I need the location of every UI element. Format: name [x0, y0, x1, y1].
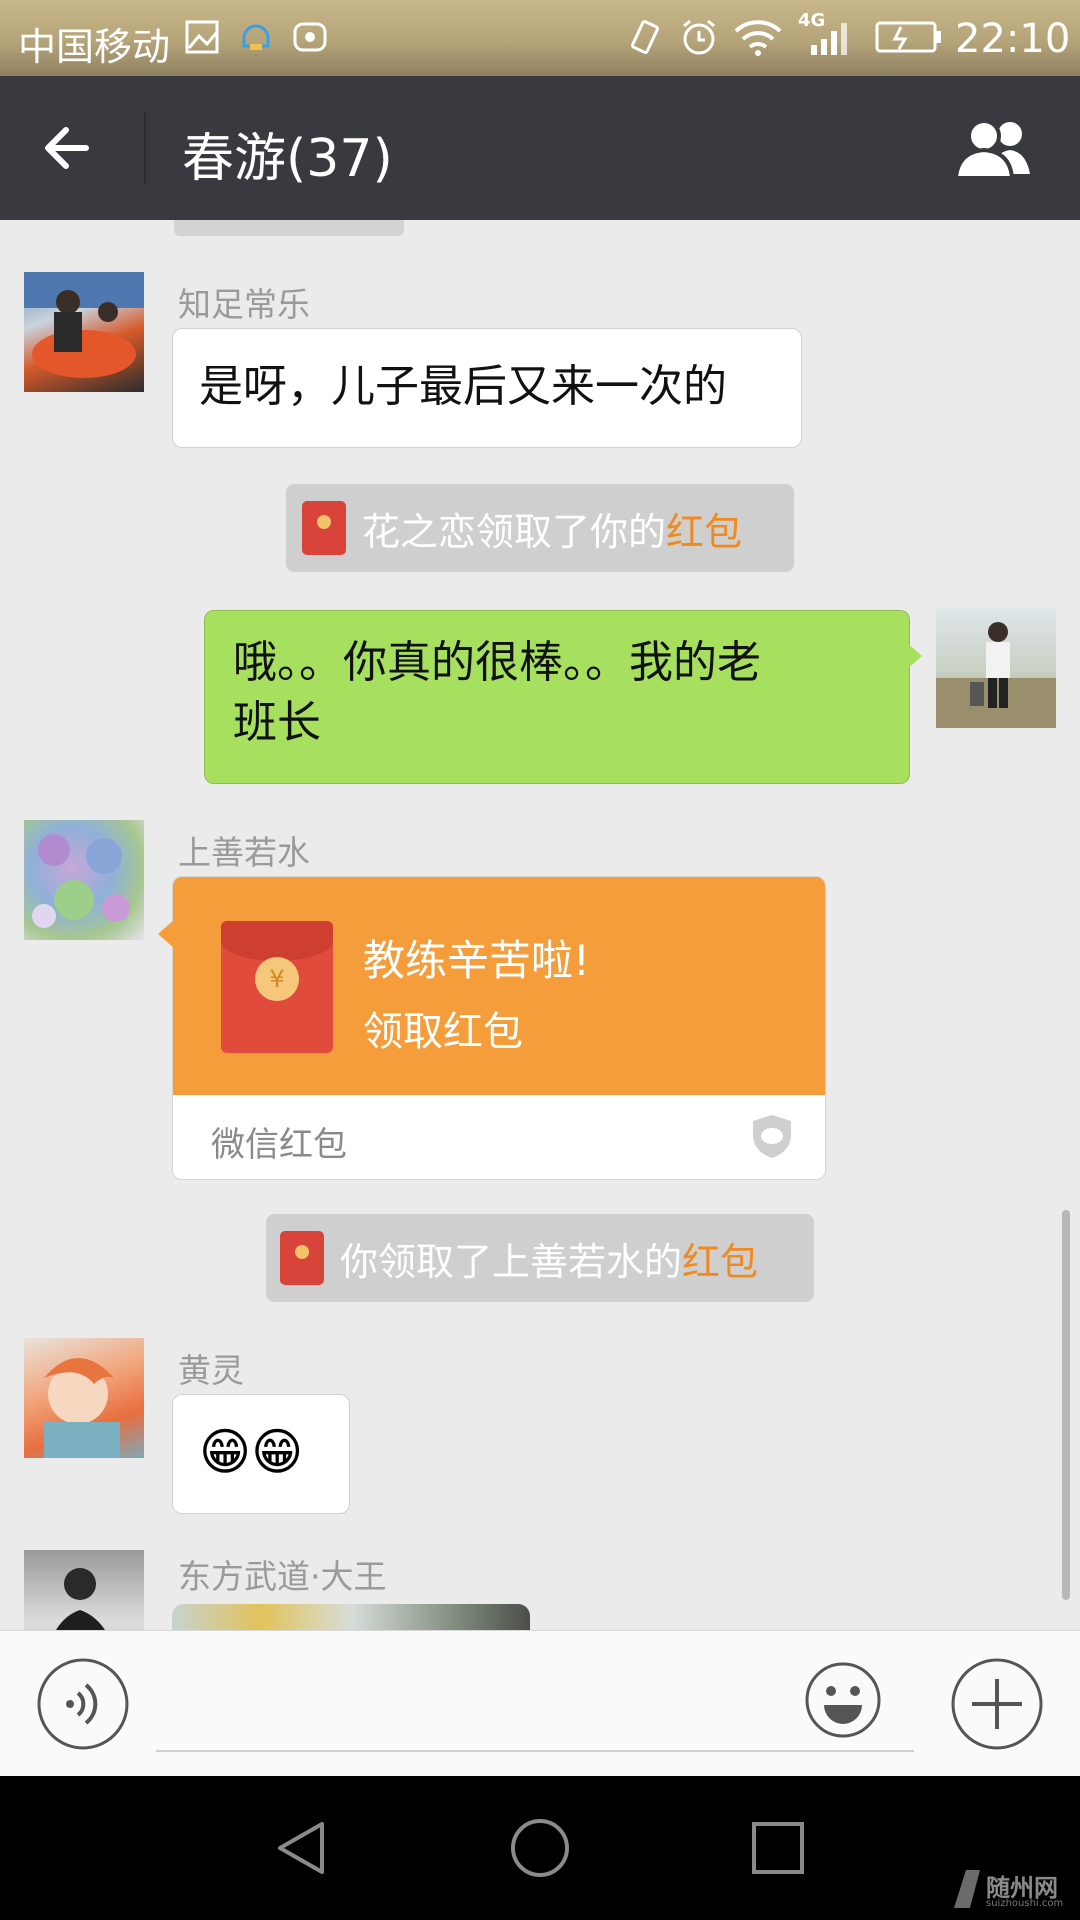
chat-title-bar: 春游(37) [0, 76, 1080, 220]
emoji-icon[interactable] [804, 1661, 882, 1739]
input-bar [0, 1630, 1080, 1777]
sender-name: 知足常乐 [178, 285, 310, 324]
red-packet-small-icon [302, 501, 346, 555]
avatar[interactable] [24, 272, 144, 392]
system-notice: 花之恋领取了你的 红包 [286, 484, 794, 572]
plus-icon[interactable] [950, 1657, 1044, 1751]
sender-name: 东方武道·大王 [178, 1557, 387, 1596]
carrier-label: 中国移动 [18, 25, 171, 69]
bubble-tail [158, 920, 174, 948]
clock-time: 22:10 [955, 16, 1071, 62]
system-notice: 你领取了上善若水的 红包 [266, 1214, 814, 1302]
message-bubble[interactable]: 是呀，儿子最后又来一次的 [172, 328, 802, 448]
red-packet-greeting: 教练辛苦啦! [363, 936, 590, 985]
avatar[interactable] [24, 820, 144, 940]
yuan-coin-icon: ¥ [255, 957, 299, 1001]
triangle-back-icon[interactable] [270, 1816, 334, 1880]
sent-message-bubble[interactable]: 哦。。你真的很棒。。我的老 班长 [204, 610, 910, 784]
previous-message-fragment [174, 220, 404, 236]
back-arrow-icon[interactable] [40, 120, 100, 176]
watermark-logo: 随州网 suizhoushi.com [950, 1866, 1076, 1916]
red-packet-footer: 微信红包 [211, 1125, 347, 1165]
red-envelope-icon: ¥ [221, 921, 333, 1053]
wifi-icon [730, 16, 786, 58]
message-input-field[interactable] [156, 1750, 914, 1752]
wechat-shield-icon [747, 1111, 797, 1161]
my-avatar[interactable] [936, 608, 1056, 728]
system-navigation-bar: 随州网 suizhoushi.com [0, 1776, 1080, 1920]
bubble-tail [906, 642, 922, 670]
message-bubble[interactable]: 😁😁 [172, 1394, 350, 1514]
chat-scrollbar[interactable] [1062, 1210, 1070, 1600]
chat-title: 春游(37) [182, 129, 393, 189]
image-message[interactable] [172, 1604, 530, 1630]
red-packet-small-icon [280, 1231, 324, 1285]
circle-home-icon[interactable] [508, 1816, 572, 1880]
battery-charging-icon [874, 16, 944, 58]
huawei-icon [290, 16, 330, 58]
message-text-line-1: 哦。。你真的很棒。。我的老 [233, 637, 761, 688]
notice-text: 花之恋领取了你的 [362, 509, 667, 554]
alarm-icon [676, 16, 722, 58]
vibrate-icon [622, 16, 668, 58]
chat-message-list[interactable]: 知足常乐 是呀，儿子最后又来一次的 花之恋领取了你的 红包 哦。。你真的很棒。。我… [0, 220, 1080, 1630]
message-text: 是呀，儿子最后又来一次的 [199, 361, 727, 412]
red-packet-link[interactable]: 红包 [666, 501, 742, 556]
title-divider [144, 112, 146, 184]
notice-text: 你领取了上善若水的 [340, 1239, 683, 1284]
avatar[interactable] [24, 1338, 144, 1458]
sender-name: 黄灵 [178, 1351, 244, 1390]
emoji-grin-icon: 😁😁 [199, 1423, 304, 1481]
notification-icon [236, 16, 276, 58]
red-packet-card[interactable]: ¥ 教练辛苦啦! 领取红包 微信红包 [172, 876, 826, 1180]
watermark-url: suizhoushi.com [986, 1898, 1064, 1909]
status-bar: 中国移动 4G 22:10 [0, 0, 1080, 76]
square-recents-icon[interactable] [746, 1816, 810, 1880]
sender-name: 上善若水 [178, 833, 310, 872]
red-packet-action: 领取红包 [363, 1009, 523, 1055]
message-text-line-2: 班长 [233, 697, 321, 748]
group-members-icon[interactable] [950, 114, 1040, 182]
red-packet-link[interactable]: 红包 [682, 1231, 758, 1286]
avatar[interactable] [24, 1550, 144, 1630]
signal-icon [806, 16, 858, 58]
voice-icon[interactable] [36, 1657, 130, 1751]
gallery-icon [182, 16, 222, 58]
